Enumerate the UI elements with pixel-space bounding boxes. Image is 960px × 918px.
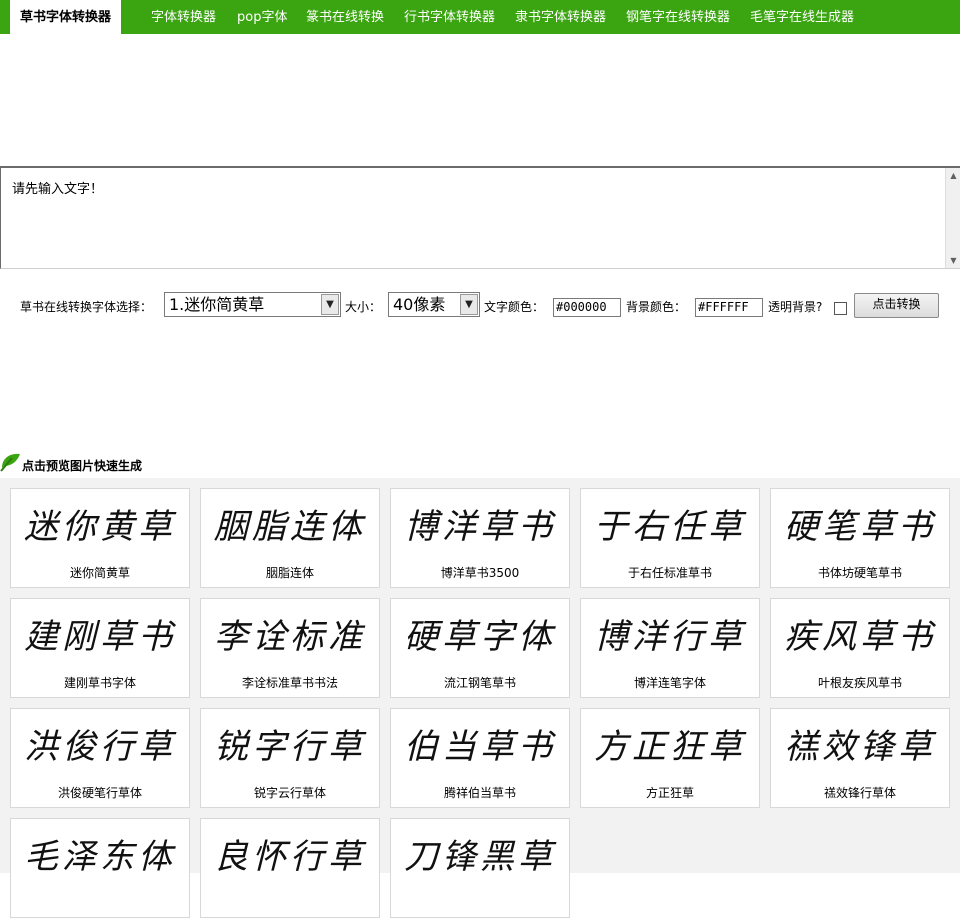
- font-card-name: 迷你简黄草: [69, 566, 130, 580]
- font-card[interactable]: 方正狂草 方正狂草: [580, 708, 760, 808]
- font-preview-image[interactable]: 硬笔草书: [771, 501, 949, 553]
- text-input-area[interactable]: 请先输入文字！ ▲ ▼: [0, 166, 960, 269]
- font-card[interactable]: 胭脂连体 胭脂连体: [200, 488, 380, 588]
- font-card[interactable]: 博洋行草博洋连笔字体: [580, 598, 760, 698]
- transparent-label: 透明背景?: [768, 300, 823, 314]
- font-card[interactable]: 洪俊行草洪俊硬笔行草体: [10, 708, 190, 808]
- font-card-name: 锐字云行草体: [253, 786, 326, 800]
- nav-item-running-script[interactable]: 行书字体转换器: [404, 0, 495, 34]
- chevron-down-icon[interactable]: ▼: [321, 294, 339, 315]
- font-preview-image[interactable]: 胭脂连体: [201, 501, 379, 553]
- leaf-arrow-icon: [0, 453, 20, 472]
- font-card-name: 李诠标准草书书法: [241, 676, 338, 690]
- font-card[interactable]: 良怀行草: [200, 818, 380, 918]
- font-card-name: 流江钢笔草书: [443, 676, 516, 690]
- font-card[interactable]: 疾风草书叶根友疾风草书: [770, 598, 950, 698]
- font-gallery: 迷你黄草 迷你简黄草 胭脂连体 胭脂连体 博洋草书 博洋草书3500 于右任草 于右任标准草书…: [0, 478, 960, 918]
- font-card[interactable]: 李诠标准李诠标准草书书法: [200, 598, 380, 698]
- bg-color-input[interactable]: #FFFFFF: [695, 298, 763, 317]
- font-preview-image[interactable]: 硬草字体: [391, 611, 569, 663]
- font-card[interactable]: 建刚草书建刚草书字体: [10, 598, 190, 698]
- font-preview-image[interactable]: 方正狂草: [581, 721, 759, 773]
- nav-item-seal-script[interactable]: 篆书在线转换: [306, 0, 384, 34]
- convert-button[interactable]: 点击转换: [854, 293, 939, 318]
- scroll-down-arrow-icon[interactable]: ▼: [948, 255, 959, 266]
- font-card-name: 书体坊硬笔草书: [817, 566, 902, 580]
- nav-item-font-converter[interactable]: 字体转换器: [151, 0, 216, 34]
- nav-item-brush-script[interactable]: 毛笔字在线生成器: [750, 0, 854, 34]
- text-input-value[interactable]: 请先输入文字！: [12, 178, 103, 197]
- font-card-name: 博洋草书3500: [440, 566, 520, 580]
- scroll-up-arrow-icon[interactable]: ▲: [948, 170, 959, 181]
- font-card[interactable]: 毛泽东体: [10, 818, 190, 918]
- font-preview-image[interactable]: 洪俊行草: [11, 721, 189, 773]
- text-color-input[interactable]: #000000: [553, 298, 621, 317]
- font-card[interactable]: 刀锋黑草: [390, 818, 570, 918]
- nav-item-clerical-script[interactable]: 隶书字体转换器: [515, 0, 606, 34]
- font-preview-image[interactable]: 博洋草书: [391, 501, 569, 553]
- font-card-name: 禚效锋行草体: [823, 786, 896, 800]
- size-select-value: 40像素: [393, 295, 446, 314]
- nav-item-active[interactable]: 草书字体转换器: [10, 0, 121, 34]
- font-card[interactable]: 于右任草于右任标准草书: [580, 488, 760, 588]
- size-label: 大小：: [345, 300, 382, 314]
- font-select-label: 草书在线转换字体选择：: [20, 300, 153, 314]
- nav-item-pen-script[interactable]: 钢笔字在线转换器: [626, 0, 730, 34]
- textarea-scrollbar[interactable]: ▲ ▼: [945, 168, 960, 268]
- top-nav: 草书字体转换器 字体转换器 pop字体 篆书在线转换 行书字体转换器 隶书字体转…: [0, 0, 960, 34]
- font-card[interactable]: 博洋草书博洋草书3500: [390, 488, 570, 588]
- font-select-value: 1.迷你简黄草: [169, 295, 265, 314]
- font-card[interactable]: 伯当草书腾祥伯当草书: [390, 708, 570, 808]
- font-preview-image[interactable]: 伯当草书: [391, 721, 569, 773]
- font-preview-image[interactable]: 迷你黄草: [11, 501, 189, 553]
- font-preview-image[interactable]: 建刚草书: [11, 611, 189, 663]
- font-preview-image[interactable]: 于右任草: [581, 501, 759, 553]
- font-card[interactable]: 硬草字体流江钢笔草书: [390, 598, 570, 698]
- size-select[interactable]: 40像素 ▼: [388, 292, 480, 317]
- font-card[interactable]: 禚效锋草禚效锋行草体: [770, 708, 950, 808]
- font-preview-image[interactable]: 李诠标准: [201, 611, 379, 663]
- font-preview-image[interactable]: 刀锋黑草: [391, 831, 569, 883]
- font-card[interactable]: 迷你黄草 迷你简黄草: [10, 488, 190, 588]
- font-card[interactable]: 锐字行草锐字云行草体: [200, 708, 380, 808]
- bg-color-label: 背景颜色：: [626, 300, 687, 314]
- font-preview-image[interactable]: 锐字行草: [201, 721, 379, 773]
- transparent-checkbox[interactable]: [834, 302, 847, 315]
- font-preview-image[interactable]: 良怀行草: [201, 831, 379, 883]
- font-preview-image[interactable]: 毛泽东体: [11, 831, 189, 883]
- font-card-name: 洪俊硬笔行草体: [57, 786, 142, 800]
- font-card-name: 胭脂连体: [265, 566, 314, 580]
- font-preview-image[interactable]: 博洋行草: [581, 611, 759, 663]
- preview-heading-label: 点击预览图片快速生成: [22, 459, 143, 473]
- font-card-name: 博洋连笔字体: [633, 676, 706, 690]
- font-card-name: 建刚草书字体: [63, 676, 136, 690]
- font-preview-image[interactable]: 禚效锋草: [771, 721, 949, 773]
- font-card-name: 腾祥伯当草书: [443, 786, 516, 800]
- font-card[interactable]: 硬笔草书书体坊硬笔草书: [770, 488, 950, 588]
- font-preview-image[interactable]: 疾风草书: [771, 611, 949, 663]
- text-color-label: 文字颜色：: [484, 300, 545, 314]
- font-card-name: 方正狂草: [645, 786, 694, 800]
- font-card-name: 于右任标准草书: [627, 566, 712, 580]
- chevron-down-icon[interactable]: ▼: [460, 294, 478, 315]
- font-card-name: 叶根友疾风草书: [817, 676, 902, 690]
- nav-item-pop-font[interactable]: pop字体: [237, 0, 287, 34]
- font-select[interactable]: 1.迷你简黄草 ▼: [164, 292, 341, 317]
